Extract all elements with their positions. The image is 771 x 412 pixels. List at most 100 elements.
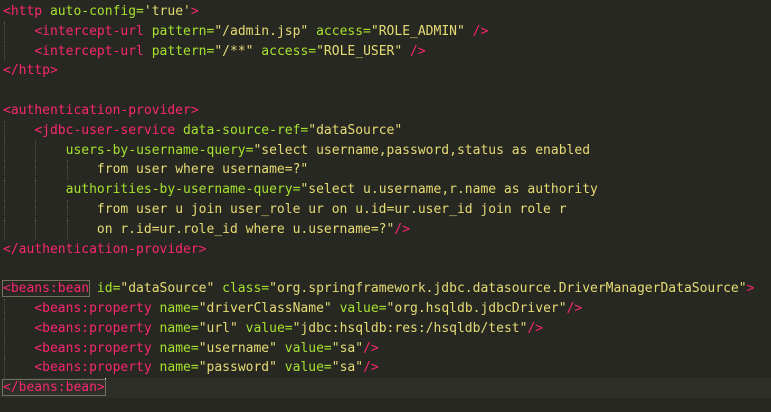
code-line[interactable]: </authentication-provider> xyxy=(0,240,771,260)
indent-guide xyxy=(4,21,5,42)
code-token-str: "jdbc:hsqldb:res:/hsqldb/test" xyxy=(292,320,528,336)
code-token-tag: <intercept-url xyxy=(34,23,144,39)
code-token-tag: http xyxy=(10,4,43,19)
indent-guide xyxy=(35,160,37,181)
code-token-str: from user u join user_role ur on u.id=ur… xyxy=(96,201,567,217)
code-token-tag: /> xyxy=(363,340,379,356)
code-token-str: "username" xyxy=(198,340,277,356)
code-line[interactable]: from user where username=?" xyxy=(0,160,771,181)
code-token-tag: <beans:property xyxy=(34,320,152,336)
code-token-tag: > xyxy=(746,281,755,297)
code-line[interactable]: <beans:property name="url" value="jdbc:h… xyxy=(0,318,771,339)
code-token-tag: /> xyxy=(402,43,426,59)
code-token-attr: value= xyxy=(276,340,332,356)
code-token-str: "org.springframework.jdbc.datasource.Dri… xyxy=(269,281,747,297)
indent-guide xyxy=(4,358,5,379)
indent-guide xyxy=(4,219,5,240)
code-token-attr: name= xyxy=(151,300,199,316)
code-token-tag: > xyxy=(190,4,199,19)
code-token-str: "org.hsqldb.jdbcDriver" xyxy=(386,300,567,316)
indent-guide xyxy=(35,180,37,200)
code-token-str: "ROLE_ADMIN" xyxy=(370,23,465,39)
code-token-tag: /> xyxy=(363,360,379,376)
code-token-attr: authorities-by-username-query= xyxy=(65,182,301,198)
code-token-attr: id= xyxy=(89,281,121,297)
code-token-tag: < xyxy=(3,4,11,19)
indent-guide xyxy=(4,140,5,161)
code-line[interactable]: <jdbc-user-service data-source-ref="data… xyxy=(0,120,771,141)
code-line[interactable]: <authentication-provider> xyxy=(0,101,771,121)
indent-guide xyxy=(4,338,5,359)
code-token-str: "sa" xyxy=(331,340,364,356)
indent-guide xyxy=(66,160,68,181)
code-token-tag: /> xyxy=(527,320,544,336)
code-line[interactable]: <intercept-url pattern="/**" access="ROL… xyxy=(0,41,771,62)
code-line[interactable] xyxy=(0,259,771,279)
code-token-attr: access= xyxy=(253,43,317,59)
code-token-attr: class= xyxy=(214,281,270,297)
code-token-str: "/admin.jsp" xyxy=(214,23,309,39)
code-line[interactable]: from user u join user_role ur on u.id=ur… xyxy=(0,199,771,220)
code-token-tag: /> xyxy=(566,300,583,316)
code-token-tag: /> xyxy=(394,221,410,237)
indent-guide xyxy=(4,120,5,141)
indent-guide xyxy=(4,180,5,200)
indent-guide xyxy=(35,199,37,220)
code-token-attr: data-source-ref= xyxy=(175,122,309,138)
indent-guide xyxy=(4,160,5,181)
code-line[interactable]: users-by-username-query="select username… xyxy=(0,140,771,161)
code-token-str: "ROLE_USER" xyxy=(316,43,403,59)
code-line[interactable]: </http> xyxy=(0,61,771,81)
code-token-attr: value= xyxy=(237,320,293,336)
code-line[interactable]: on r.id=ur.role_id where u.username=?"/> xyxy=(0,219,771,240)
code-token-attr: pattern= xyxy=(143,23,215,39)
indent-guide xyxy=(4,199,5,220)
indent-guide xyxy=(35,219,37,240)
code-token-str: from user where username=?" xyxy=(96,162,309,178)
code-line[interactable]: authorities-by-username-query="select u.… xyxy=(0,180,771,200)
code-line[interactable]: </beans:bean> xyxy=(0,378,771,398)
code-token-tag: <authentication-provider> xyxy=(3,102,199,118)
code-token-str: "select u.username,r.name as authority xyxy=(300,182,598,198)
code-token-tag: </authentication-provider> xyxy=(3,241,207,257)
code-line[interactable]: <beans:property name="password" value="s… xyxy=(0,358,771,379)
code-token-attr: pattern= xyxy=(143,43,215,59)
code-token-tag: <beans:property xyxy=(34,360,152,376)
code-token-str: "/**" xyxy=(214,43,254,59)
code-token-attr: access= xyxy=(308,23,371,39)
code-token-attr: name= xyxy=(151,360,199,376)
indent-guide xyxy=(4,41,5,62)
code-token-attr: name= xyxy=(151,320,199,336)
code-token-tag: <beans:property xyxy=(34,340,152,356)
code-line[interactable]: <intercept-url pattern="/admin.jsp" acce… xyxy=(0,21,771,42)
code-token-attr: auto-config= xyxy=(42,4,144,19)
code-token-tag: </http> xyxy=(3,63,58,79)
code-token-attr: name= xyxy=(151,340,199,356)
code-line[interactable]: <beans:property name="driverClassName" v… xyxy=(0,298,771,319)
code-token-attr: value= xyxy=(276,360,332,376)
code-line[interactable]: <beans:property name="username" value="s… xyxy=(0,338,771,359)
code-token-str: "url" xyxy=(198,320,238,336)
indent-guide xyxy=(4,318,5,339)
code-token-str: "driverClassName" xyxy=(198,300,332,316)
code-token-str: 'true' xyxy=(143,4,191,19)
code-token-tag: /> xyxy=(464,23,489,39)
code-line[interactable] xyxy=(0,81,771,101)
code-token-tag: </beans:bean> xyxy=(2,379,106,397)
code-line[interactable]: <http auto-config='true'> xyxy=(0,2,771,22)
code-editor[interactable]: <http auto-config='true'> <intercept-url… xyxy=(0,0,771,412)
indent-guide xyxy=(35,140,37,161)
code-token-tag: <jdbc-user-service xyxy=(34,122,176,138)
code-line[interactable]: <beans:bean id="dataSource" class="org.s… xyxy=(0,279,771,299)
indent-guide xyxy=(66,219,68,240)
